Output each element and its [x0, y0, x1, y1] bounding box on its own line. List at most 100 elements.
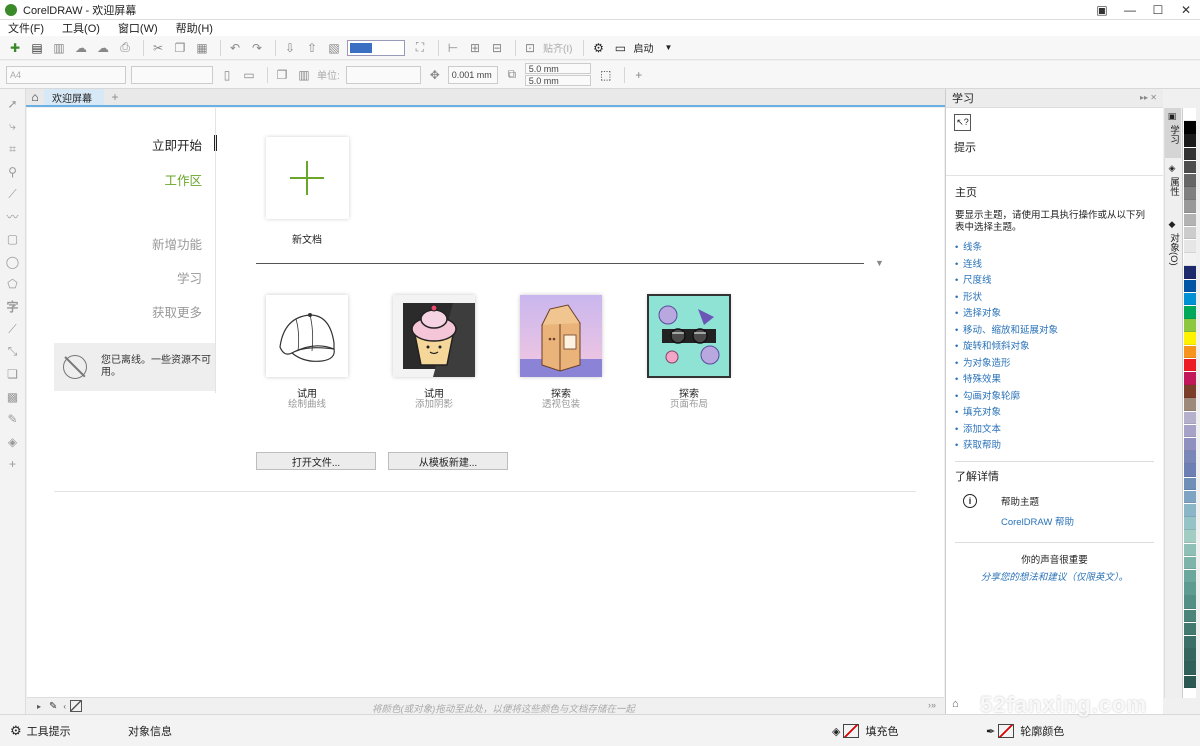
collapse-arrow-icon[interactable]: ▼	[875, 258, 884, 268]
palette-swatch[interactable]	[1184, 372, 1196, 385]
palette-options-icon[interactable]	[1182, 92, 1196, 108]
close-button[interactable]: ✕	[1172, 0, 1200, 20]
link-shapes[interactable]: 形状	[955, 290, 1154, 307]
palette-swatch[interactable]	[1184, 240, 1196, 253]
palette-swatch[interactable]	[1184, 424, 1196, 438]
paste-icon[interactable]: ▦	[193, 39, 211, 57]
duplicate-x-field[interactable]: 5.0 mm	[524, 63, 591, 74]
palette-swatch[interactable]	[1184, 464, 1196, 477]
nudge-distance-field[interactable]: 0.001 mm	[447, 65, 498, 84]
treat-as-filled-icon[interactable]: ⬚	[597, 66, 615, 84]
menu-tools[interactable]: 工具(O)	[62, 20, 100, 36]
add-tool-icon[interactable]: +	[4, 455, 22, 473]
ellipse-tool-icon[interactable]: ◯	[4, 253, 22, 271]
menu-file[interactable]: 文件(F)	[8, 20, 44, 36]
snap-icon[interactable]: ⊡	[521, 39, 539, 57]
palette-swatch[interactable]	[1184, 319, 1196, 332]
menu-window[interactable]: 窗口(W)	[118, 20, 158, 36]
minimize-button[interactable]: —	[1116, 0, 1144, 20]
parallel-dimension-icon[interactable]: ⟋	[4, 320, 22, 338]
coreldraw-help-link[interactable]: CorelDRAW 帮助	[1001, 514, 1074, 528]
link-lines[interactable]: 线条	[955, 240, 1154, 257]
snap-to-label[interactable]: 贴齐(I)	[543, 40, 572, 55]
eyedropper-icon[interactable]: ✎	[4, 410, 22, 428]
palette-swatch[interactable]	[1184, 147, 1196, 161]
launch-icon[interactable]: ▭	[611, 39, 629, 57]
link-special-effects[interactable]: 特殊效果	[955, 372, 1154, 389]
palette-swatch[interactable]	[1184, 556, 1196, 570]
link-get-help[interactable]: 获取帮助	[955, 438, 1154, 455]
palette-swatch[interactable]	[1184, 279, 1196, 293]
link-move-scale[interactable]: 移动、缩放和延展对象	[955, 323, 1154, 340]
maximize-button[interactable]: ☐	[1144, 0, 1172, 20]
copy-icon[interactable]: ❐	[171, 39, 189, 57]
palette-swatch[interactable]	[1184, 543, 1196, 557]
crop-tool-icon[interactable]: ⌗	[4, 140, 22, 158]
palette-swatch[interactable]	[1184, 583, 1196, 596]
polygon-tool-icon[interactable]: ⬠	[4, 275, 22, 293]
link-connectors[interactable]: 连线	[955, 257, 1154, 274]
text-tool-icon[interactable]: 字	[4, 298, 22, 316]
palette-swatch[interactable]	[1184, 398, 1196, 411]
zoom-tool-icon[interactable]: ⚲	[4, 163, 22, 181]
account-icon[interactable]: ▣	[1088, 0, 1116, 20]
rectangle-tool-icon[interactable]: ▢	[4, 230, 22, 248]
link-select-objects[interactable]: 选择对象	[955, 306, 1154, 323]
drop-shadow-icon[interactable]: ❏	[4, 365, 22, 383]
palette-scroll-left-icon[interactable]: ‹	[63, 702, 66, 711]
palette-swatch[interactable]	[1184, 306, 1196, 319]
palette-swatch[interactable]	[1184, 358, 1196, 372]
palette-expand-icon[interactable]: ▸	[37, 702, 41, 711]
fill-color-indicator[interactable]: ◈ 填充色	[832, 723, 898, 739]
palette-swatch[interactable]	[1184, 121, 1196, 134]
tutorial-card-perspective-packaging[interactable]	[520, 295, 602, 377]
palette-swatch[interactable]	[1184, 108, 1196, 121]
hint-cursor-icon[interactable]: ↖?	[954, 114, 971, 131]
show-rulers-icon[interactable]: ⊢	[444, 39, 462, 57]
full-screen-icon[interactable]: ⛶	[411, 39, 429, 57]
export-icon[interactable]: ⇧	[303, 39, 321, 57]
new-document-icon[interactable]: ✚	[6, 39, 24, 57]
paper-size-select[interactable]: A4	[6, 65, 126, 84]
link-fill-objects[interactable]: 填充对象	[955, 405, 1154, 422]
tool-hints[interactable]: ⚙ 工具提示	[10, 723, 71, 739]
palette-swatch[interactable]	[1184, 490, 1196, 504]
tutorial-card-add-shadow[interactable]	[393, 295, 475, 377]
palette-swatch[interactable]	[1184, 477, 1196, 491]
pdf-icon[interactable]: ▧	[325, 39, 343, 57]
open-file-button[interactable]: 打开文件...	[256, 452, 376, 470]
landscape-icon[interactable]: ▭	[240, 66, 258, 84]
portrait-icon[interactable]: ▯	[218, 66, 236, 84]
palette-swatch[interactable]	[1184, 332, 1196, 345]
nav-get-started[interactable]: 立即开始	[152, 135, 202, 154]
show-guidelines-icon[interactable]: ⊟	[488, 39, 506, 57]
launch-dropdown-icon[interactable]: ▼	[659, 39, 677, 57]
palette-swatch[interactable]	[1184, 174, 1196, 187]
new-document-card[interactable]	[266, 137, 349, 219]
side-tab-learn[interactable]: ▣ 学习	[1165, 108, 1181, 158]
palette-swatch[interactable]	[1184, 134, 1196, 147]
palette-swatch[interactable]	[1184, 622, 1196, 636]
all-pages-icon[interactable]: ❐	[273, 66, 291, 84]
palette-swatch[interactable]	[1184, 292, 1196, 306]
home-icon[interactable]: ⌂	[26, 89, 44, 105]
add-icon[interactable]: +	[630, 66, 648, 84]
save-icon[interactable]: ▥	[50, 39, 68, 57]
add-tab-icon[interactable]: +	[108, 90, 122, 104]
new-document-label[interactable]: 新文档	[257, 231, 357, 246]
nav-workspace[interactable]: 工作区	[164, 170, 202, 189]
docker-home-icon[interactable]: ⌂	[952, 698, 959, 710]
link-shape-objects[interactable]: 为对象造形	[955, 356, 1154, 373]
print-icon[interactable]: ⎙	[116, 39, 134, 57]
interactive-fill-icon[interactable]: ◈	[4, 433, 22, 451]
palette-scroll-right-icon[interactable]: ›»	[928, 700, 936, 710]
palette-eyedropper-icon[interactable]: ✎	[49, 701, 57, 712]
undo-icon[interactable]: ↶	[226, 39, 244, 57]
palette-swatch[interactable]	[1184, 385, 1196, 398]
palette-swatch[interactable]	[1184, 636, 1196, 649]
feedback-link[interactable]: 分享您的想法和建议（仅限英文）。	[955, 569, 1154, 583]
artistic-media-icon[interactable]: 〰	[4, 208, 22, 226]
side-tab-properties[interactable]: ◈ 属性	[1165, 160, 1181, 212]
palette-swatch[interactable]	[1184, 530, 1196, 543]
launch-label[interactable]: 启动	[633, 40, 653, 55]
